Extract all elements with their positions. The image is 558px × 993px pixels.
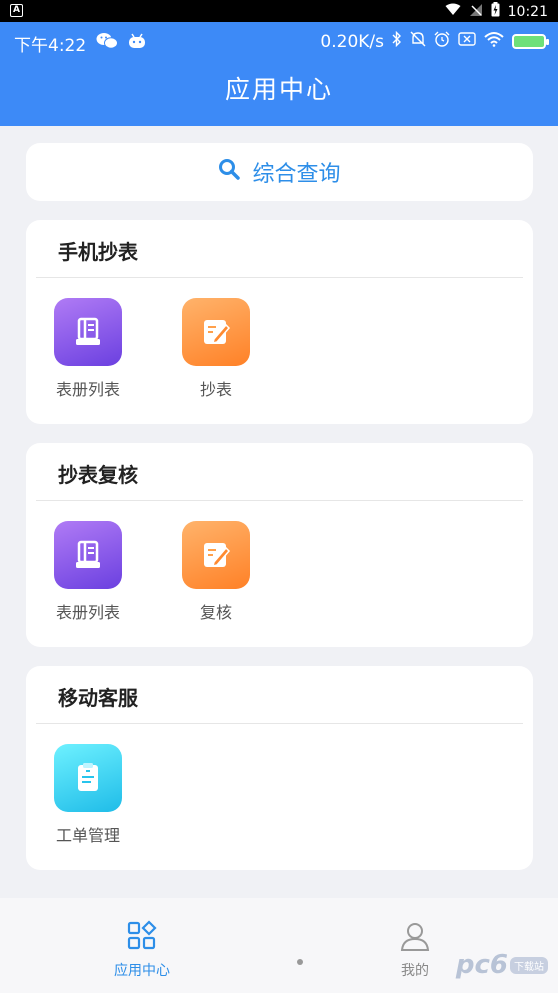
search-label: 综合查询 (252, 162, 341, 187)
bottom-navigation: 应用中心 我的 pc6 下载站 (0, 898, 558, 993)
wifi-icon (445, 3, 461, 20)
app-register-list[interactable]: 表册列表 (38, 298, 138, 400)
status-time: 下午4:22 (14, 36, 87, 56)
nav-label: 应用中心 (114, 963, 170, 979)
search-icon (218, 158, 241, 186)
app-label: 表册列表 (55, 380, 120, 399)
wifi-signal-icon (484, 31, 504, 52)
app-register-list[interactable]: 表册列表 (38, 521, 138, 623)
book-icon (54, 298, 122, 366)
edit-icon (182, 298, 250, 366)
system-status-bar: A 10:21 (0, 0, 558, 22)
watermark: pc6 下载站 (456, 950, 548, 980)
signal-off-icon (469, 3, 483, 21)
system-time: 10:21 (507, 3, 548, 20)
battery-icon (512, 34, 549, 49)
battery-charging-icon (491, 2, 500, 21)
app-label: 工单管理 (55, 826, 120, 845)
section-title: 抄表复核 (58, 463, 138, 487)
page-title: 应用中心 (224, 75, 333, 104)
wechat-icon (96, 32, 119, 55)
alarm-icon (434, 31, 450, 52)
robot-icon (128, 33, 146, 54)
nav-app-center[interactable]: 应用中心 (82, 920, 202, 980)
app-label: 抄表 (199, 380, 232, 399)
section-title: 移动客服 (58, 686, 138, 710)
page-indicator-dot (297, 959, 303, 965)
app-label: 复核 (199, 603, 232, 622)
app-review[interactable]: 复核 (166, 521, 266, 623)
edit-icon (182, 521, 250, 589)
search-button[interactable]: 综合查询 (26, 143, 533, 201)
section-title: 手机抄表 (58, 240, 138, 264)
divider (36, 723, 523, 724)
divider (36, 277, 523, 278)
section-meter-reading: 手机抄表 表册列表 抄表 (26, 220, 533, 424)
watermark-badge: 下载站 (510, 956, 548, 974)
app-meter-reading[interactable]: 抄表 (166, 298, 266, 400)
app-label: 表册列表 (55, 603, 120, 622)
sim-off-icon (458, 31, 476, 52)
mute-bell-icon (410, 31, 426, 52)
app-header: 下午4:22 0.20K/s 应用中心 (0, 22, 558, 126)
section-mobile-service: 移动客服 工单管理 (26, 666, 533, 870)
bluetooth-icon (392, 30, 402, 52)
clipboard-icon (54, 744, 122, 812)
apps-grid-icon (82, 920, 202, 956)
divider (36, 500, 523, 501)
section-reading-review: 抄表复核 表册列表 复核 (26, 443, 533, 647)
book-icon (54, 521, 122, 589)
watermark-text: pc6 (455, 950, 508, 980)
app-status-row: 下午4:22 0.20K/s (0, 22, 558, 60)
app-work-order[interactable]: 工单管理 (38, 744, 138, 846)
network-speed: 0.20K/s (320, 31, 384, 52)
notification-a-icon: A (10, 4, 23, 17)
